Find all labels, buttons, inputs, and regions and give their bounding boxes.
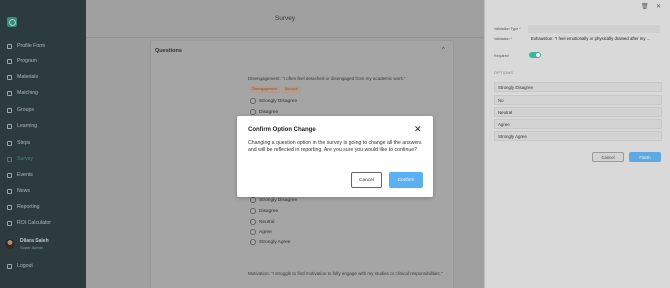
close-icon[interactable]: ✕ bbox=[414, 125, 422, 134]
dialog-title: Confirm Option Change bbox=[248, 127, 316, 133]
validation-type-field[interactable] bbox=[528, 25, 660, 33]
option-input[interactable]: Neutral bbox=[494, 107, 662, 117]
option-input[interactable]: Agree bbox=[494, 119, 662, 129]
options-header: OPTIONS bbox=[494, 71, 514, 75]
confirm-button[interactable]: Confirm bbox=[389, 172, 423, 188]
validation-type-label: Validation Type * bbox=[494, 27, 521, 31]
finish-button[interactable]: Finish bbox=[629, 152, 661, 162]
validation-field[interactable]: Exhaustion: "I feel emotionally or physi… bbox=[528, 35, 660, 43]
close-icon[interactable]: ✕ bbox=[656, 3, 661, 10]
confirm-dialog: Confirm Option Change ✕ Changing a quest… bbox=[237, 116, 433, 197]
panel-cancel-button[interactable]: Cancel bbox=[592, 152, 624, 162]
edit-question-panel bbox=[484, 0, 670, 288]
required-label: Required bbox=[494, 54, 509, 58]
option-input[interactable]: Strongly Disagree bbox=[494, 82, 662, 92]
option-input[interactable]: Strongly Agree bbox=[494, 131, 662, 141]
cancel-button[interactable]: Cancel bbox=[351, 172, 382, 188]
option-input[interactable]: No bbox=[494, 95, 662, 105]
trash-icon[interactable]: 🗑 bbox=[641, 3, 649, 10]
required-toggle[interactable] bbox=[529, 52, 541, 58]
validation-label: Validation * bbox=[494, 37, 512, 41]
dialog-message: Changing a question option in the survey… bbox=[248, 140, 422, 153]
